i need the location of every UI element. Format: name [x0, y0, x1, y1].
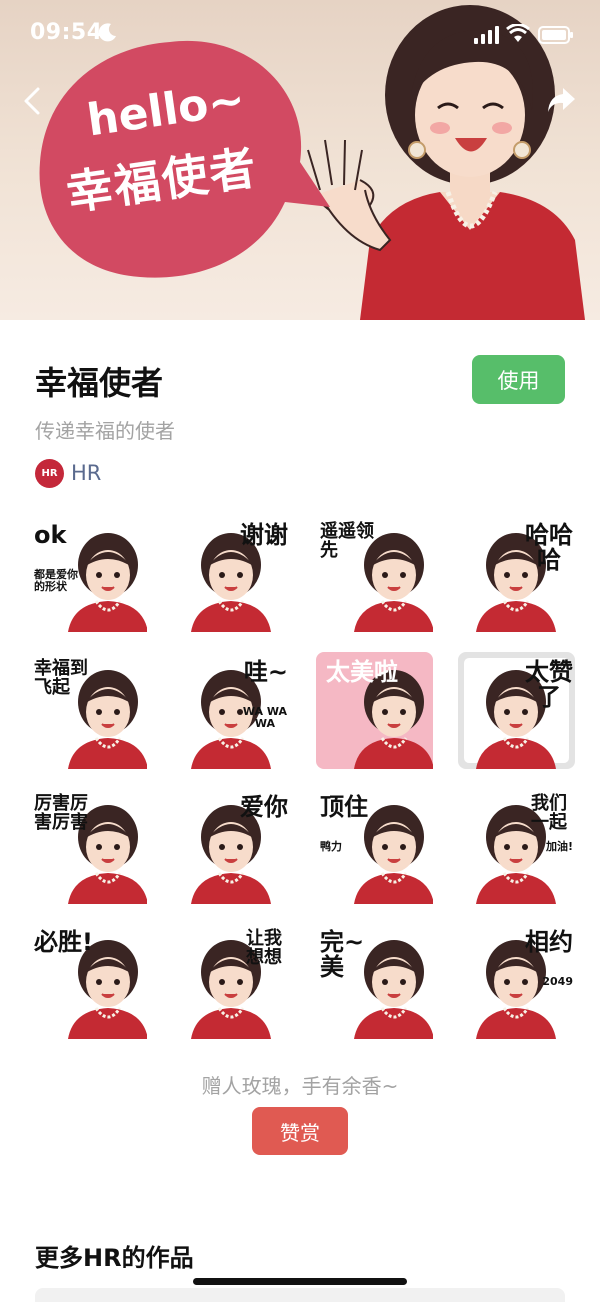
banner: hello~ 幸福使者 09:54: [0, 0, 600, 320]
sticker-caption: 哇~: [243, 658, 288, 686]
wifi-icon: [506, 24, 530, 42]
sticker-caption: 让我想想: [246, 928, 282, 968]
sticker-item[interactable]: 太美啦: [316, 652, 433, 769]
author-name: HR: [71, 461, 102, 485]
sticker-item[interactable]: 哈哈哈: [458, 515, 575, 632]
more-works-card[interactable]: [35, 1288, 565, 1302]
sticker-caption: ok: [34, 521, 67, 549]
sticker-caption: 顶住: [320, 793, 368, 821]
sticker-caption: 完~美: [320, 928, 365, 982]
sticker-caption: 厉害厉害厉害: [34, 793, 88, 833]
sticker-item[interactable]: 必胜!: [30, 922, 147, 1039]
sticker-caption: 谢谢: [240, 521, 288, 549]
sticker-item[interactable]: 幸福到飞起: [30, 652, 147, 769]
share-icon[interactable]: [546, 86, 576, 114]
sticker-caption: 必胜!: [34, 928, 93, 956]
sticker-item[interactable]: 太赞了: [458, 652, 575, 769]
sticker-item[interactable]: 相约 2049: [458, 922, 575, 1039]
cellular-signal-icon: [474, 26, 499, 44]
sticker-item[interactable]: 爱你: [173, 787, 290, 904]
sticker-item[interactable]: ok 都是爱你的形状: [30, 515, 147, 632]
author-link[interactable]: HR HR: [35, 458, 101, 488]
sticker-caption: 哈哈哈: [525, 521, 573, 575]
sticker-item[interactable]: 完~美: [316, 922, 433, 1039]
sticker-subcaption: 加油!: [545, 840, 573, 853]
back-icon[interactable]: [20, 86, 46, 116]
sticker-caption: 爱你: [240, 793, 288, 821]
sticker-subcaption: WA WA WA: [242, 705, 288, 730]
pack-subtitle: 传递幸福的使者: [35, 419, 175, 443]
sticker-item[interactable]: 哇~ WA WA WA: [173, 652, 290, 769]
sticker-subcaption: 都是爱你的形状: [34, 568, 78, 593]
sticker-subcaption: 鸭力: [320, 840, 342, 853]
sticker-caption: 太美啦: [326, 658, 398, 686]
home-indicator[interactable]: [193, 1278, 407, 1285]
sticker-caption: 遥遥领先: [320, 521, 374, 561]
sticker-subcaption: 2049: [542, 975, 573, 988]
reward-button[interactable]: 赞赏: [252, 1107, 348, 1155]
sticker-item[interactable]: 谢谢: [173, 515, 290, 632]
pack-title: 幸福使者: [35, 364, 164, 402]
battery-icon: [538, 26, 573, 44]
sticker-caption: 我们一起: [531, 793, 567, 833]
status-time: 09:54: [30, 20, 103, 45]
use-button[interactable]: 使用: [472, 355, 565, 404]
sticker-caption: 相约: [525, 928, 573, 956]
moon-icon: [98, 23, 116, 42]
sticker-item[interactable]: 遥遥领先: [316, 515, 433, 632]
sticker-caption: 太赞了: [525, 658, 573, 712]
sticker-caption: 幸福到飞起: [34, 658, 88, 698]
author-avatar: HR: [35, 458, 64, 488]
more-works-heading: 更多HR的作品: [35, 1244, 194, 1272]
status-bar: 09:54: [0, 0, 600, 70]
sticker-item[interactable]: 顶住 鸭力: [316, 787, 433, 904]
reward-caption: 赠人玫瑰，手有余香~: [201, 1074, 399, 1098]
sticker-item[interactable]: 厉害厉害厉害: [30, 787, 147, 904]
sticker-item[interactable]: 让我想想: [173, 922, 290, 1039]
sticker-item[interactable]: 我们一起加油!: [458, 787, 575, 904]
